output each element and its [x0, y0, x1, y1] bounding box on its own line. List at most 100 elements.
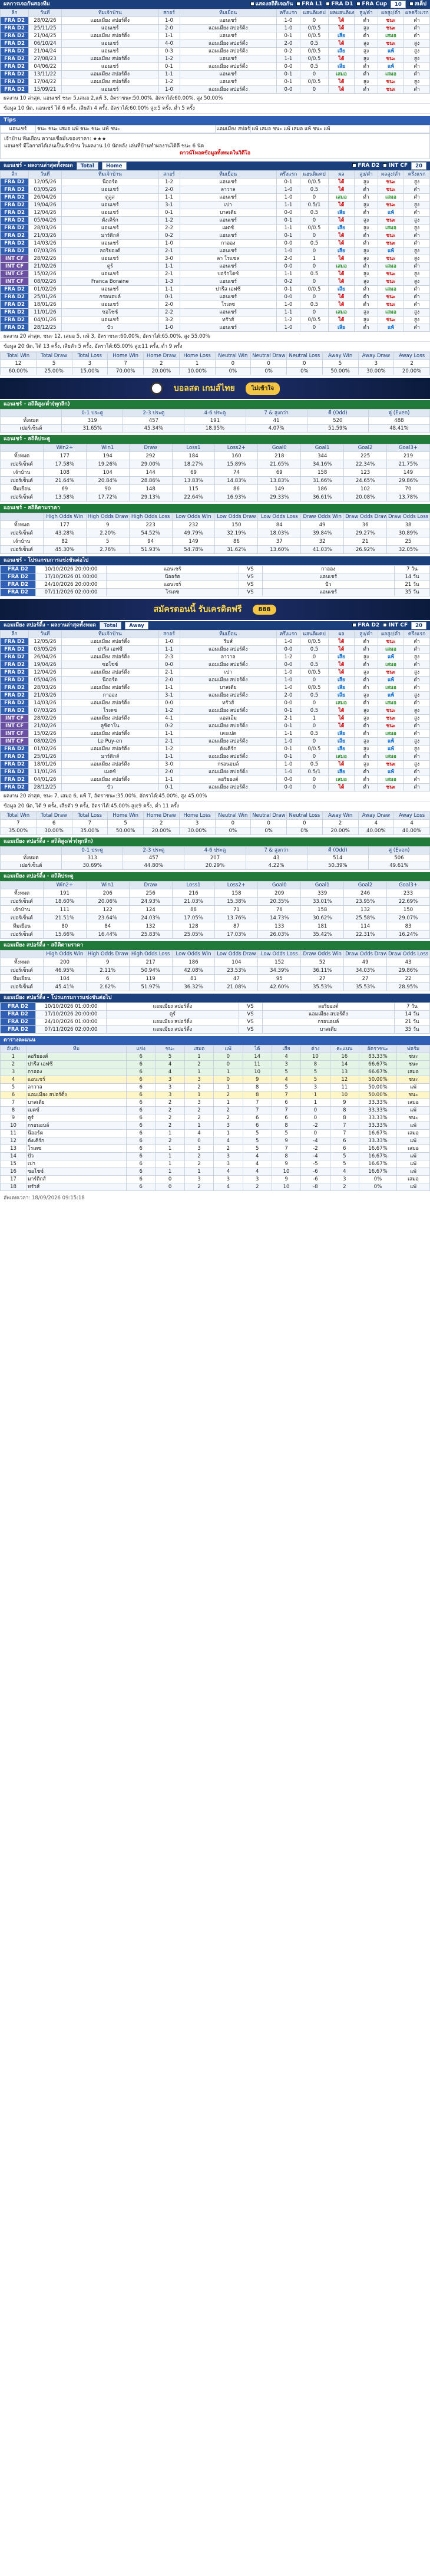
tab-home-total[interactable]: Total: [76, 162, 98, 170]
match-row[interactable]: FRA D2 28/03/26 แอนเชร์ 2-2 เมตซ์ 1-1 0/0.5 เสี…: [0, 224, 430, 232]
checkbox-icon[interactable]: [296, 2, 301, 6]
h2h-filter-1[interactable]: FRA L1: [296, 0, 322, 9]
home-filter-0[interactable]: FRA D2: [352, 161, 379, 170]
ad-banner-1[interactable]: บอลสด เกมส์ไทย ไม่เข้าใจ: [0, 378, 430, 399]
match-row[interactable]: FRA D2 05/04/26 ดังเคิร์ก 1-2 แอนเชร์ 0-1 0 ได้…: [0, 216, 430, 225]
h2h-filter-2[interactable]: FRA D1: [326, 0, 353, 9]
match-row[interactable]: INT CF 15/02/26 แอนเชร์ 2-1 บอร์กโดซ์ 1-1 0.5 ไ…: [0, 270, 430, 278]
checkbox-icon[interactable]: [356, 2, 361, 6]
home-count-select[interactable]: 20: [411, 162, 426, 170]
match-row[interactable]: INT CF 08/02/26 Franca Boraine 1-3 แอนเชร์ 0-…: [0, 278, 430, 286]
fixture-row[interactable]: FRA D2 10/10/2026 20:00:00 แอนเชร์ VS กาออง 7…: [0, 565, 430, 573]
match-row[interactable]: FRA D2 07/03/26 โรเดซ 1-2 แอมเมียง สปอร์ติ้ง…: [0, 707, 430, 715]
match-row[interactable]: FRA D2 14/03/26 แอนเชร์ 1-0 กาออง 0-0 0.5 ได้ ต่…: [0, 239, 430, 248]
match-row[interactable]: FRA D2 17/04/22 แอมเมียง สปอร์ติ้ง 1-2 แอนเช…: [0, 78, 430, 86]
tab-home-home[interactable]: Home: [101, 162, 127, 170]
checkbox-icon[interactable]: [326, 2, 330, 6]
fixture-row[interactable]: FRA D2 07/11/2026 02:00:00 โรเดซ VS แอนเชร์ 3…: [0, 588, 430, 596]
standings-row[interactable]: 8 เมตซ์ 6 2 2 2 7 7 0 8 33.33% แพ้: [0, 1106, 430, 1114]
standings-row[interactable]: 5 ลาวาล 6 3 2 1 8 5 3 11 50.00% แพ้: [0, 1083, 430, 1091]
checkbox-icon[interactable]: [352, 163, 357, 167]
fixture-row[interactable]: FRA D2 07/11/2026 02:00:00 แอมเมียง สปอร์ต…: [0, 1025, 430, 1034]
standings-row[interactable]: 2 ปารีส เอฟซี 6 4 2 0 11 3 8 14 66.67% ชนะ: [0, 1060, 430, 1068]
checkbox-icon[interactable]: [352, 623, 357, 627]
standings-row[interactable]: 16 ซอโชซ์ 6 1 1 4 4 10 -6 4 16.67% แพ้: [0, 1167, 430, 1176]
standings-row[interactable]: 1 ลอริยองต์ 6 5 1 0 14 4 10 16 83.33% ชนะ: [0, 1053, 430, 1061]
match-row[interactable]: INT CF 21/02/26 ลูซิตาโน 0-2 แอมเมียง สปอร์ต…: [0, 722, 430, 730]
fixture-row[interactable]: FRA D2 10/10/2026 01:00:00 แอมเมียง สปอร์ต…: [0, 1002, 430, 1011]
standings-row[interactable]: 10 กรอนอบล์ 6 2 1 3 6 8 -2 7 33.33% แพ้: [0, 1122, 430, 1130]
checkbox-icon[interactable]: [250, 2, 254, 6]
match-row[interactable]: FRA D2 13/11/22 แอมเมียง สปอร์ติ้ง 1-1 แอนเช…: [0, 70, 430, 78]
fixture-row[interactable]: FRA D2 24/10/2026 01:00:00 แอมเมียง สปอร์ต…: [0, 1018, 430, 1026]
standings-row[interactable]: 18 ทรัวส์ 6 0 2 4 2 10 -8 2 0% แพ้: [0, 1183, 430, 1191]
checkbox-icon[interactable]: [383, 163, 388, 167]
tips-link[interactable]: ดาวน์โหลดข้อมูลทั้งหมดในวิดีโอ: [4, 150, 426, 157]
match-row[interactable]: FRA D2 28/02/26 แอมเมียง สปอร์ติ้ง 1-0 แอนเช…: [0, 17, 430, 25]
match-row[interactable]: FRA D2 28/12/25 ปัว 0-1 แอมเมียง สปอร์ติ้ง 0-…: [0, 783, 430, 791]
match-row[interactable]: FRA D2 15/09/21 แอนเชร์ 1-0 แอมเมียง สปอร์ติ…: [0, 85, 430, 94]
h2h-count-select[interactable]: 10: [391, 1, 406, 8]
match-row[interactable]: FRA D2 12/05/26 นีออร์ต 1-2 แอนเชร์ 0-1 0/0.5 ไ…: [0, 178, 430, 186]
away-count-select[interactable]: 20: [411, 622, 426, 629]
match-row[interactable]: FRA D2 03/05/26 แอนเชร์ 2-0 ลาวาล 1-0 0.5 ได้ ต่…: [0, 186, 430, 194]
match-row[interactable]: FRA D2 21/04/24 แอนเชร์ 0-3 แอมเมียง สปอร์ติ…: [0, 47, 430, 55]
match-row[interactable]: FRA D2 28/12/25 ปัว 1-0 แอนเชร์ 1-0 0 เสีย ต่ำ แพ…: [0, 324, 430, 332]
match-row[interactable]: FRA D2 11/01/26 ซอโชซ์ 2-2 แอนเชร์ 1-1 0 เสมอ สู…: [0, 308, 430, 316]
match-row[interactable]: INT CF 15/02/26 แอมเมียง สปอร์ติ้ง 1-1 เดอเป…: [0, 730, 430, 738]
match-row[interactable]: FRA D2 12/04/26 แอนเชร์ 0-1 บาสเตีย 0-0 0.5 เสี…: [0, 209, 430, 217]
standings-row[interactable]: 13 โรเดซ 6 1 3 2 5 7 -2 6 16.67% เสมอ: [0, 1144, 430, 1153]
standings-row[interactable]: 4 แอนเชร์ 6 3 3 0 9 4 5 12 50.00% ชนะ: [0, 1076, 430, 1084]
match-row[interactable]: FRA D2 05/04/26 นีออร์ต 2-0 แอมเมียง สปอร์ติ…: [0, 676, 430, 684]
ad-banner-2[interactable]: สมัครตอนนี้ รับเครดิตฟรี 888: [0, 599, 430, 620]
standings-row[interactable]: 3 กาออง 6 4 1 1 10 5 5 13 66.67% เสมอ: [0, 1068, 430, 1076]
match-row[interactable]: FRA D2 04/01/26 แอนเชร์ 3-2 ทรัวส์ 1-2 0/0.5 ได…: [0, 316, 430, 324]
standings-row[interactable]: 7 บาสเตีย 6 2 3 1 7 6 1 9 33.33% เสมอ: [0, 1099, 430, 1107]
ad-2-cta[interactable]: 888: [252, 604, 277, 615]
match-row[interactable]: FRA D2 25/01/26 กรอนอบล์ 0-1 แอนเชร์ 0-0 0 ได้ต…: [0, 293, 430, 301]
match-row[interactable]: FRA D2 12/04/26 แอมเมียง สปอร์ติ้ง 2-1 เปา 1-…: [0, 668, 430, 677]
match-row[interactable]: FRA D2 14/03/26 แอมเมียง สปอร์ติ้ง 0-0 ทรัวส…: [0, 699, 430, 707]
away-filter-0[interactable]: FRA D2: [352, 621, 379, 630]
match-row[interactable]: INT CF 28/02/26 แอนเชร์ 3-0 ลา โรแชล 2-0 1 ได้ส…: [0, 255, 430, 263]
match-row[interactable]: FRA D2 26/04/26 แอมเมียง สปอร์ติ้ง 2-3 ลาวาล…: [0, 653, 430, 661]
tab-away-away[interactable]: Away: [125, 622, 148, 629]
match-row[interactable]: FRA D2 11/01/26 เมตซ์ 2-0 แอมเมียง สปอร์ติ้ง…: [0, 768, 430, 776]
match-row[interactable]: FRA D2 26/04/26 ตูลูส 1-1 แอนเชร์ 1-0 0 เสมอ ต่ำ…: [0, 193, 430, 202]
standings-row[interactable]: 17 มาร์ติกส์ 6 0 3 3 3 9 -6 3 0% เสมอ: [0, 1175, 430, 1183]
match-row[interactable]: FRA D2 27/08/23 แอมเมียง สปอร์ติ้ง 1-2 แอนเช…: [0, 55, 430, 63]
match-row[interactable]: FRA D2 21/04/25 แอมเมียง สปอร์ติ้ง 1-1 แอนเช…: [0, 32, 430, 40]
fixture-row[interactable]: FRA D2 17/10/2026 20:00:00 ตูร์ VS แอมเมียง …: [0, 1010, 430, 1018]
match-row[interactable]: FRA D2 25/01/26 มาร์ติกส์ 1-1 แอมเมียง สปอร์…: [0, 753, 430, 761]
match-row[interactable]: FRA D2 18/01/26 แอนเชร์ 2-0 โรเดซ 1-0 0.5 ได้ ต่…: [0, 301, 430, 309]
match-row[interactable]: FRA D2 18/01/26 แอมเมียง สปอร์ติ้ง 3-0 กรอนอ…: [0, 760, 430, 768]
standings-row[interactable]: 9 ตูร์ 6 2 2 2 6 6 0 8 33.33% ชนะ: [0, 1114, 430, 1122]
standings-row[interactable]: 14 ปัว 6 1 2 3 4 8 -4 5 16.67% แพ้: [0, 1152, 430, 1160]
fixture-row[interactable]: FRA D2 24/10/2026 20:00:00 แอนเชร์ VS ปัว 21 …: [0, 580, 430, 589]
match-row[interactable]: FRA D2 28/03/26 แอมเมียง สปอร์ติ้ง 1-1 บาสเต…: [0, 684, 430, 692]
match-row[interactable]: FRA D2 03/05/26 ปารีส เอฟซี 1-1 แอมเมียง สปอ…: [0, 645, 430, 654]
match-row[interactable]: FRA D2 01/02/26 แอมเมียง สปอร์ติ้ง 1-2 ดังเค…: [0, 745, 430, 753]
match-row[interactable]: FRA D2 01/02/26 แอนเชร์ 1-1 ปารีส เอฟซี 0-1 0/…: [0, 285, 430, 293]
match-row[interactable]: FRA D2 19/04/26 ซอโชซ์ 0-0 แอมเมียง สปอร์ติ้…: [0, 661, 430, 669]
match-row[interactable]: FRA D2 12/05/26 แอมเมียง สปอร์ติ้ง 1-0 รีมส์…: [0, 638, 430, 646]
standings-row[interactable]: 11 นีออร์ต 6 1 4 1 5 5 0 7 16.67% เสมอ: [0, 1129, 430, 1137]
away-filter-1[interactable]: INT CF: [383, 621, 408, 630]
match-row[interactable]: FRA D2 04/06/22 แอนเชร์ 0-1 แอมเมียง สปอร์ติ…: [0, 62, 430, 71]
match-row[interactable]: INT CF 21/02/26 ตูร์ 1-1 แอนเชร์ 0-0 0 เสมอ ต่ำเ…: [0, 262, 430, 271]
checkbox-icon[interactable]: [383, 623, 388, 627]
home-filter-1[interactable]: INT CF: [383, 161, 408, 170]
match-row[interactable]: INT CF 08/02/26 Le Puy-en 2-1 แอมเมียง สปอร์…: [0, 737, 430, 746]
checkbox-icon[interactable]: [409, 2, 414, 6]
standings-row[interactable]: 15 เปา 6 1 2 3 4 9 -5 5 16.67% แพ้: [0, 1160, 430, 1168]
standings-row[interactable]: 12 ดังเคิร์ก 6 2 0 4 5 9 -4 6 33.33% แพ้: [0, 1137, 430, 1145]
match-row[interactable]: FRA D2 07/03/26 ลอริยองต์ 2-1 แอนเชร์ 1-0 0 เสี…: [0, 247, 430, 255]
match-row[interactable]: FRA D2 19/04/26 แอนเชร์ 3-1 เปา 1-1 0.5/1 ได้ สู…: [0, 201, 430, 209]
tab-away-total[interactable]: Total: [99, 622, 122, 629]
match-row[interactable]: FRA D2 04/01/26 แอมเมียง สปอร์ติ้ง 1-1 ลอริย…: [0, 776, 430, 784]
fixture-row[interactable]: FRA D2 17/10/2026 01:00:00 นีออร์ต VS แอนเชร…: [0, 573, 430, 581]
standings-row[interactable]: 6 แอมเมียง สปอร์ติ้ง 6 3 1 2 8 7 1 10 50.00% ชนะ: [0, 1091, 430, 1099]
match-row[interactable]: FRA D2 06/10/24 แอนเชร์ 4-0 แอมเมียง สปอร์ติ…: [0, 39, 430, 48]
h2h-filter-4[interactable]: สเต็ป: [409, 0, 426, 9]
ad-1-cta[interactable]: ไม่เข้าใจ: [245, 382, 280, 395]
